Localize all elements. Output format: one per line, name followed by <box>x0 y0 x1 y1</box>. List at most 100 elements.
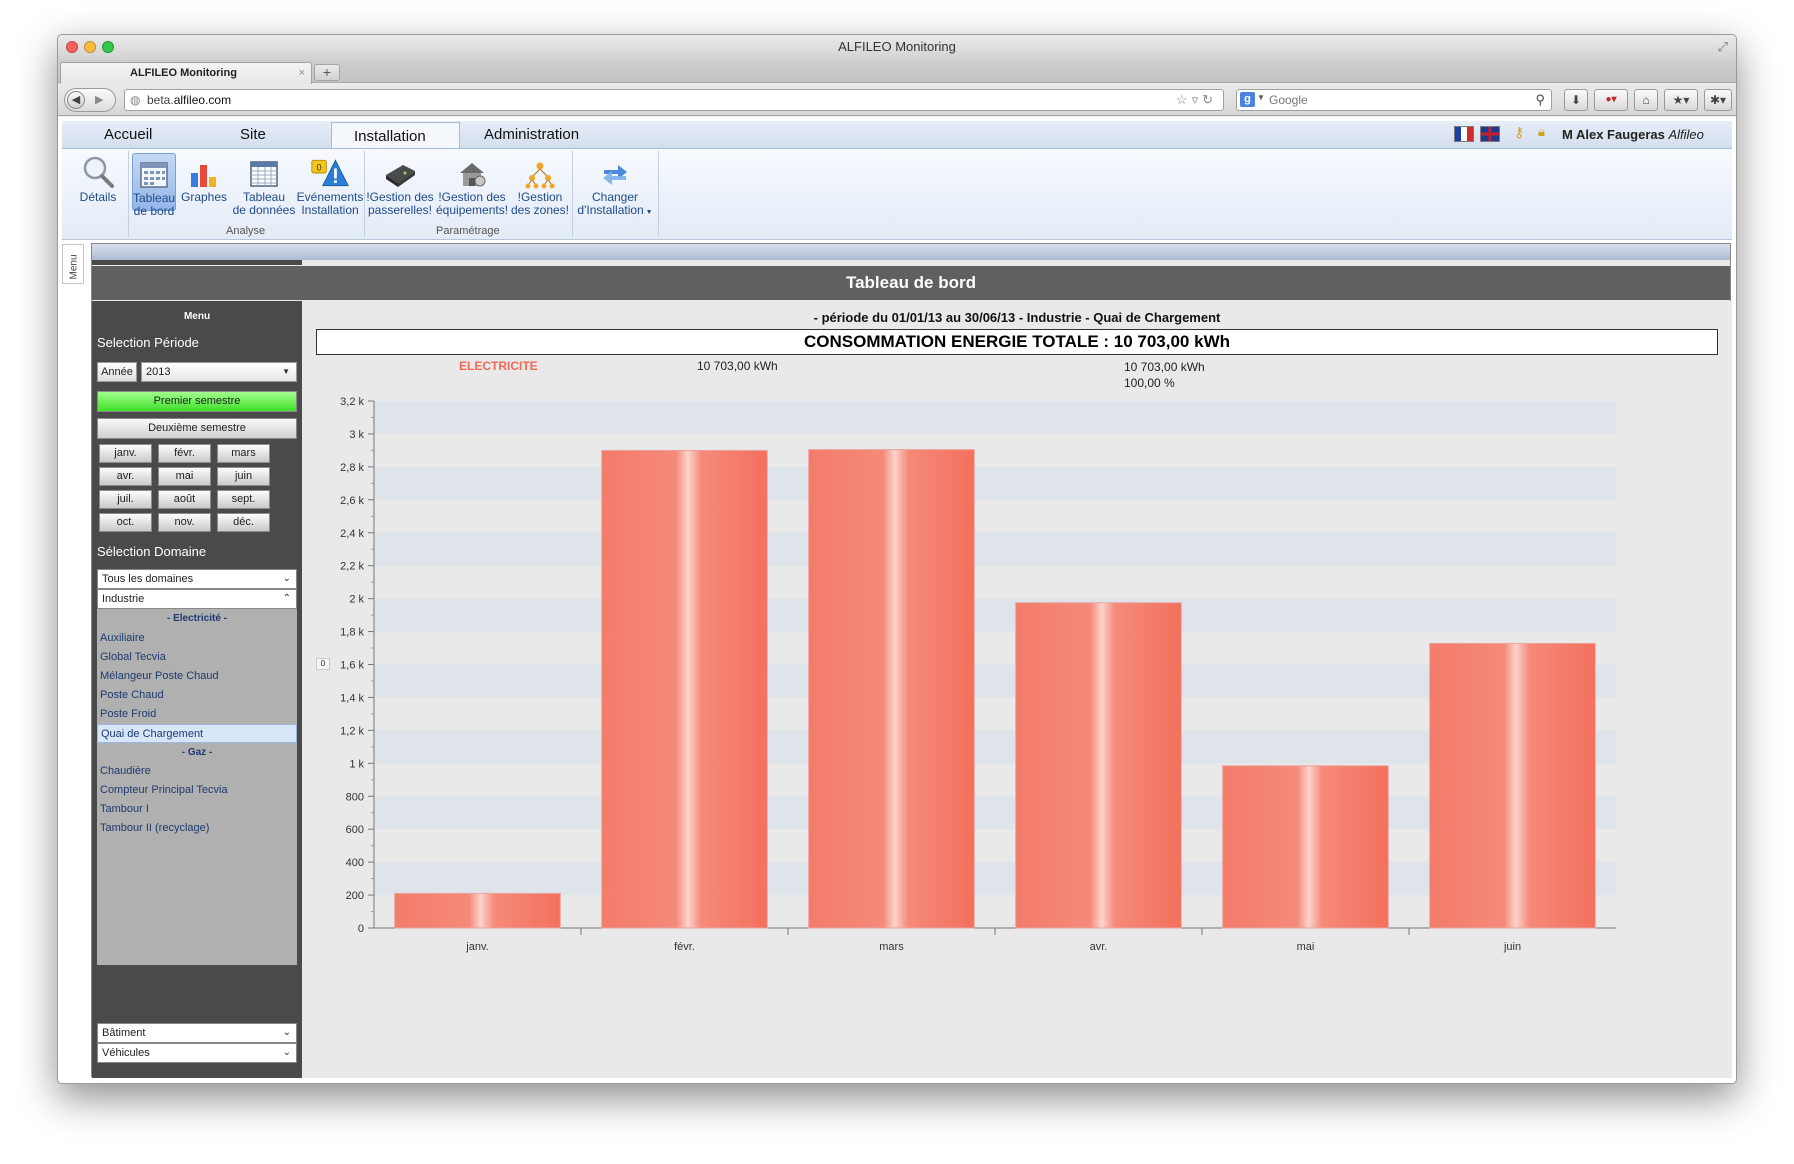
year-select-value: 2013 <box>146 366 171 378</box>
ribbon-gestion-equipements-button[interactable]: !Gestion des équipements! <box>436 153 508 217</box>
annee-button[interactable]: Année <box>97 362 137 382</box>
key-icon[interactable]: ⚷ <box>1514 124 1524 141</box>
month-button-aout[interactable]: août <box>158 490 211 509</box>
selection-domaine-title: Sélection Domaine <box>97 544 207 559</box>
gaz-group-header: - Gaz - <box>181 747 213 758</box>
ribbon-tableau-de-bord-button[interactable]: Tableau de bord <box>132 153 176 218</box>
total-consumption-box: CONSOMMATION ENERGIE TOTALE : 10 703,00 … <box>316 329 1718 355</box>
month-button-mai[interactable]: mai <box>158 467 211 486</box>
ribbon-tableau-de-donnees-button[interactable]: Tableau de données <box>232 153 296 217</box>
close-tab-icon[interactable]: × <box>299 63 305 83</box>
uk-flag-icon[interactable] <box>1480 126 1500 142</box>
grid-band <box>374 598 1616 632</box>
month-button-nov[interactable]: nov. <box>158 513 211 532</box>
x-tick-label: mai <box>1297 941 1315 953</box>
ribbon-equipements-label-2: équipements! <box>436 203 509 217</box>
y-tick-label: 2 k <box>349 594 364 606</box>
close-window-button[interactable] <box>66 41 78 53</box>
ribbon-graphes-button[interactable]: Graphes <box>178 153 230 204</box>
month-button-mars[interactable]: mars <box>217 444 270 463</box>
search-bar[interactable]: g ▼ Google ⚲ <box>1236 89 1552 111</box>
domain-select[interactable]: Tous les domaines ⌄ <box>97 569 297 589</box>
search-icon[interactable]: ⚲ <box>1535 92 1545 108</box>
y-tick-label: 2,8 k <box>340 462 364 474</box>
tab-site[interactable]: Site <box>218 121 288 148</box>
panel-tab-indicator <box>92 260 302 265</box>
extensions-icon[interactable]: ✱▾ <box>1704 89 1732 111</box>
ribbon-changer-installation-button[interactable]: Changer d'Installation ▼ <box>574 153 656 219</box>
list-item-poste-froid[interactable]: Poste Froid <box>97 705 297 724</box>
user-name[interactable]: M Alex Faugeras Alfileo <box>1562 127 1704 142</box>
url-bar[interactable]: ◍ beta.alfileo.com ☆▿↻ <box>124 89 1224 111</box>
adblock-icon[interactable]: ●▾ <box>1594 89 1628 111</box>
page-title: Tableau de bord <box>92 266 1730 300</box>
ribbon-gestion-zones-button[interactable]: !Gestion des zones! <box>508 153 572 217</box>
new-tab-button[interactable]: + <box>314 64 340 81</box>
list-item-compteur-principal-tecvia[interactable]: Compteur Principal Tecvia <box>97 781 297 800</box>
y-tick-label: 200 <box>346 890 364 902</box>
search-placeholder: Google <box>1269 93 1308 107</box>
ribbon-graphes-label: Graphes <box>180 190 228 204</box>
list-item-chaudiere[interactable]: Chaudière <box>97 762 297 781</box>
search-engine-caret-icon[interactable]: ▼ <box>1257 93 1265 102</box>
fullscreen-icon[interactable]: ⤢ <box>1718 38 1728 56</box>
ribbon-passerelles-label-2: passerelles! <box>367 203 433 217</box>
downloads-icon[interactable]: ⬇ <box>1564 89 1588 111</box>
user-full-name: M Alex Faugeras <box>1562 127 1665 142</box>
deuxieme-semestre-button[interactable]: Deuxième semestre <box>97 418 297 439</box>
back-arrow-icon[interactable]: ◀ <box>67 91 85 109</box>
list-item-auxiliaire[interactable]: Auxiliaire <box>97 629 297 648</box>
url-domain: alfileo.com <box>173 93 232 107</box>
y-tick-label: 2,4 k <box>340 528 364 540</box>
year-select[interactable]: 2013 ▼ <box>141 362 297 382</box>
bookmarks-icon[interactable]: ★▾ <box>1664 89 1698 111</box>
ribbon-group-parametrage: Paramétrage <box>436 225 500 237</box>
list-item-global-tecvia[interactable]: Global Tecvia <box>97 648 297 667</box>
list-item-tambour-ii[interactable]: Tambour II (recyclage) <box>97 819 297 838</box>
ribbon-evenements-button[interactable]: 0 Evénements Installation <box>296 153 364 217</box>
french-flag-icon[interactable] <box>1454 126 1474 142</box>
browser-tab[interactable]: ALFILEO Monitoring × <box>60 62 312 84</box>
collapsed-menu-toggle[interactable]: Menu <box>62 244 84 284</box>
vehicules-select[interactable]: Véhicules ⌄ <box>97 1043 297 1063</box>
gateway-device-icon <box>380 153 420 189</box>
y-tick-label: 1,4 k <box>340 692 364 704</box>
month-button-avr[interactable]: avr. <box>99 467 152 486</box>
ribbon-gestion-passerelles-button[interactable]: !Gestion des passerelles! <box>366 153 434 217</box>
window-title: ALFILEO Monitoring <box>838 39 956 54</box>
bookmark-star-icon[interactable]: ☆▿↻ <box>1176 92 1217 108</box>
tab-accueil[interactable]: Accueil <box>82 121 174 148</box>
y-tick-label: 600 <box>346 824 364 836</box>
equipment-house-icon <box>452 153 492 189</box>
month-button-janv[interactable]: janv. <box>99 444 152 463</box>
zoom-window-button[interactable] <box>102 41 114 53</box>
y-tick-label: 1,6 k <box>340 660 364 672</box>
home-icon[interactable]: ⌂ <box>1634 89 1658 111</box>
industrie-select[interactable]: Industrie ⌃ <box>97 589 297 609</box>
list-item-melangeur-poste-chaud[interactable]: Mélangeur Poste Chaud <box>97 667 297 686</box>
google-icon[interactable]: g <box>1240 92 1255 107</box>
legend-series-name[interactable]: ELECTRICITE <box>459 359 538 373</box>
month-button-fevr[interactable]: févr. <box>158 444 211 463</box>
month-button-sept[interactable]: sept. <box>217 490 270 509</box>
batiment-select[interactable]: Bâtiment ⌄ <box>97 1023 297 1043</box>
ribbon-separator <box>572 151 573 237</box>
forward-arrow-icon[interactable]: ▶ <box>95 92 103 108</box>
list-item-quai-de-chargement[interactable]: Quai de Chargement <box>97 724 297 743</box>
list-item-tambour-i[interactable]: Tambour I <box>97 800 297 819</box>
month-button-juil[interactable]: juil. <box>99 490 152 509</box>
tab-administration[interactable]: Administration <box>462 121 601 148</box>
month-button-dec[interactable]: déc. <box>217 513 270 532</box>
tab-installation[interactable]: Installation <box>331 122 460 149</box>
lock-icon[interactable]: 🔒︎ <box>1538 124 1545 140</box>
zones-hierarchy-icon <box>520 153 560 189</box>
month-button-oct[interactable]: oct. <box>99 513 152 532</box>
url-text[interactable]: beta.alfileo.com <box>147 93 231 107</box>
month-button-juin[interactable]: juin <box>217 467 270 486</box>
premier-semestre-button[interactable]: Premier semestre <box>97 391 297 412</box>
sidebar-menu-title: Menu <box>183 311 211 322</box>
ribbon-details-button[interactable]: Détails <box>74 153 122 204</box>
grid-band <box>374 466 1616 500</box>
list-item-poste-chaud[interactable]: Poste Chaud <box>97 686 297 705</box>
minimize-window-button[interactable] <box>84 41 96 53</box>
